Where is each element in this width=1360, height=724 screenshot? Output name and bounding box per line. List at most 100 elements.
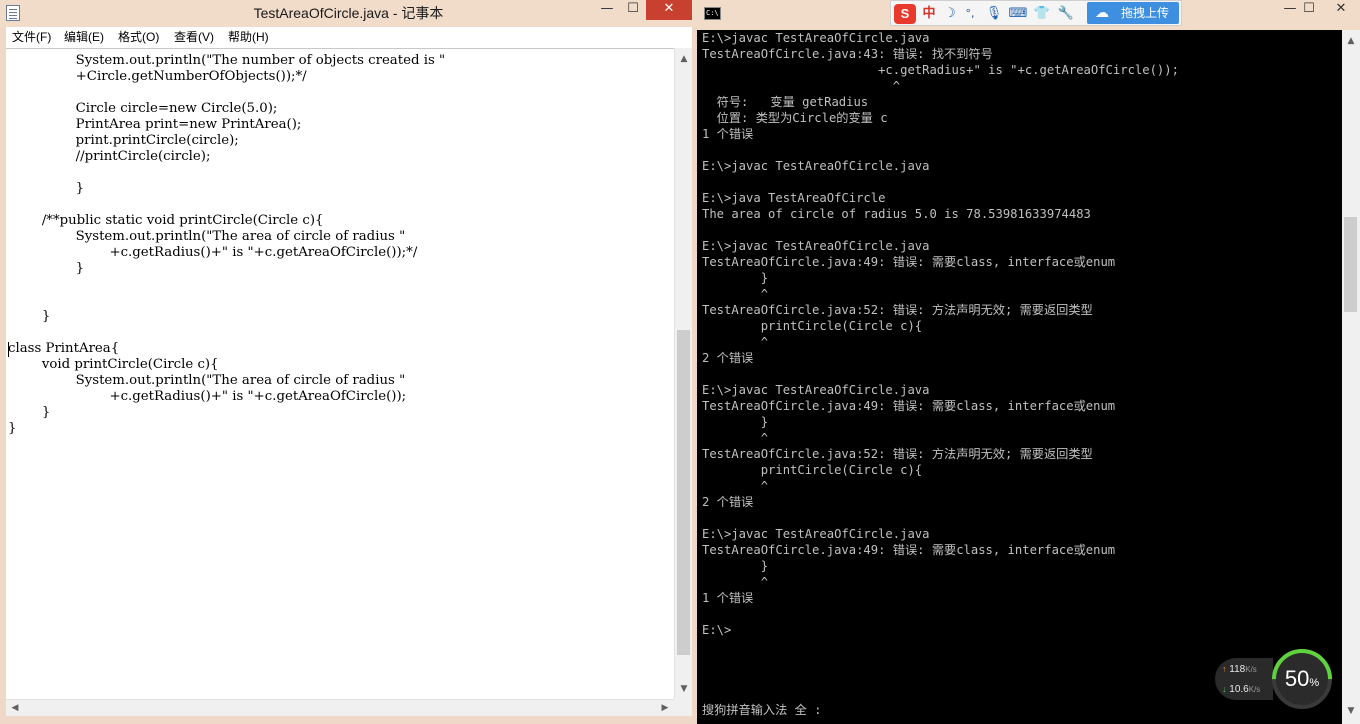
scroll-up-arrow-icon[interactable]: ▲: [675, 54, 693, 64]
console-line: E:\>javac TestAreaOfCircle.java: [702, 159, 930, 173]
console-line: 1 个错误: [702, 591, 754, 605]
console-maximize-button[interactable]: ☐: [1295, 0, 1323, 20]
notepad-title-bar[interactable]: TestAreaOfCircle.java - 记事本 — ☐ ✕: [0, 0, 697, 27]
scroll-up-arrow-icon[interactable]: ▲: [1342, 36, 1360, 46]
cpu-usage-value: 50%: [1284, 666, 1320, 691]
scrollbar-corner: [674, 699, 692, 716]
maximize-button[interactable]: ☐: [620, 0, 646, 20]
scroll-down-arrow-icon[interactable]: ▼: [1342, 706, 1360, 716]
console-line: E:\>javac TestAreaOfCircle.java: [702, 239, 930, 253]
console-close-button[interactable]: ✕: [1327, 0, 1355, 20]
scroll-left-arrow-icon[interactable]: ◀: [6, 703, 24, 713]
console-app-icon[interactable]: C:\: [704, 7, 721, 20]
code-line: class PrintArea{: [8, 341, 120, 356]
code-line: }: [8, 181, 85, 196]
ime-status-line: 搜狗拼音输入法 全 :: [702, 703, 822, 717]
console-line: TestAreaOfCircle.java:43: 错误: 找不到符号: [702, 47, 993, 61]
menu-edit[interactable]: 编辑(E): [64, 27, 104, 48]
drag-upload-label: 拖拽上传: [1120, 6, 1169, 20]
punctuation-toggle[interactable]: °,: [959, 4, 981, 24]
drag-upload-button[interactable]: ☁ 拖拽上传: [1087, 2, 1179, 24]
console-line: TestAreaOfCircle.java:52: 错误: 方法声明无效; 需要…: [702, 447, 1093, 461]
console-line: }: [702, 271, 769, 285]
tools-wrench-icon[interactable]: 🔧: [1055, 4, 1077, 24]
upload-arrow-icon: ↑: [1222, 664, 1227, 674]
console-line: ^: [702, 79, 901, 93]
notepad-window-title: TestAreaOfCircle.java - 记事本: [253, 5, 444, 21]
code-line: +Circle.getNumberOfObjects());*/: [8, 69, 307, 84]
code-line: +c.getRadius()+" is "+c.getAreaOfCircle(…: [8, 389, 407, 404]
code-line: print.printCircle(circle);: [8, 133, 239, 148]
console-line: E:\>javac TestAreaOfCircle.java: [702, 527, 930, 541]
menu-file[interactable]: 文件(F): [12, 27, 51, 48]
console-line: 1 个错误: [702, 127, 754, 141]
upload-speed: ↑ 118K/s: [1222, 664, 1257, 675]
console-title-bar[interactable]: C:\ S 中 ☽ °, 🎙 ⌨ 👕 🔧 ☁ 拖拽上传 — ☐ ✕: [697, 0, 1360, 30]
close-button[interactable]: ✕: [646, 0, 692, 20]
console-line: ^: [702, 335, 769, 349]
cloud-upload-icon: ☁: [1095, 5, 1109, 21]
code-line: +c.getRadius()+" is "+c.getAreaOfCircle(…: [8, 245, 418, 260]
console-line: ^: [702, 479, 769, 493]
command-prompt-window: C:\ S 中 ☽ °, 🎙 ⌨ 👕 🔧 ☁ 拖拽上传 — ☐ ✕ E:\>ja…: [697, 0, 1360, 724]
network-speed-widget[interactable]: ↑ 118K/s ↓ 10.6K/s: [1215, 658, 1273, 700]
console-line: printCircle(Circle c){: [702, 319, 923, 333]
console-line: E:\>javac TestAreaOfCircle.java: [702, 31, 930, 45]
console-scroll-thumb[interactable]: [1344, 217, 1357, 312]
notepad-vertical-scrollbar[interactable]: ▲ ▼: [674, 48, 692, 699]
text-caret: [8, 342, 9, 357]
console-line: E:\>javac TestAreaOfCircle.java: [702, 383, 930, 397]
console-output[interactable]: E:\>javac TestAreaOfCircle.java TestArea…: [702, 30, 1342, 724]
console-line: 2 个错误: [702, 495, 754, 509]
cpu-usage-gauge[interactable]: 50%: [1259, 636, 1345, 722]
download-arrow-icon: ↓: [1222, 684, 1227, 694]
console-prompt: E:\>: [702, 623, 732, 637]
console-line: E:\>java TestAreaOfCircle: [702, 191, 886, 205]
console-line: 2 个错误: [702, 351, 754, 365]
sogou-logo-icon[interactable]: S: [894, 4, 916, 24]
console-line: TestAreaOfCircle.java:49: 错误: 需要class, i…: [702, 399, 1116, 413]
half-width-moon-icon[interactable]: ☽: [941, 4, 959, 24]
console-line: TestAreaOfCircle.java:49: 错误: 需要class, i…: [702, 543, 1116, 557]
console-line: +c.getRadius+" is "+c.getAreaOfCircle())…: [702, 63, 1179, 77]
voice-icon[interactable]: 🎙: [983, 4, 1005, 24]
scroll-down-arrow-icon[interactable]: ▼: [675, 684, 693, 694]
menu-view[interactable]: 查看(V): [174, 27, 214, 48]
console-line: TestAreaOfCircle.java:49: 错误: 需要class, i…: [702, 255, 1116, 269]
code-line: System.out.println("The number of object…: [8, 53, 446, 68]
notepad-window: TestAreaOfCircle.java - 记事本 — ☐ ✕ 文件(F) …: [0, 0, 697, 724]
code-line: void printCircle(Circle c){: [8, 357, 219, 372]
code-line: System.out.println("The area of circle o…: [8, 373, 406, 388]
notepad-menu-bar: 文件(F) 编辑(E) 格式(O) 查看(V) 帮助(H): [6, 27, 692, 48]
console-vertical-scrollbar[interactable]: ▲ ▼: [1342, 30, 1360, 724]
notepad-text-area[interactable]: System.out.println("The number of object…: [6, 48, 674, 699]
notepad-horizontal-scrollbar[interactable]: ◀ ▶: [6, 699, 674, 716]
skin-shirt-icon[interactable]: 👕: [1031, 4, 1053, 24]
code-line: }: [8, 309, 51, 324]
code-line: Circle circle=new Circle(5.0);: [8, 101, 278, 116]
console-line: printCircle(Circle c){: [702, 463, 923, 477]
download-speed: ↓ 10.6K/s: [1222, 684, 1261, 695]
ime-mode-toggle[interactable]: 中: [919, 4, 939, 24]
notepad-scroll-thumb[interactable]: [677, 330, 690, 655]
code-line: }: [8, 261, 85, 276]
minimize-button[interactable]: —: [594, 0, 620, 20]
menu-help[interactable]: 帮助(H): [228, 27, 269, 48]
code-line: }: [8, 405, 51, 420]
menu-format[interactable]: 格式(O): [118, 27, 159, 48]
code-line: }: [8, 421, 17, 436]
scroll-right-arrow-icon[interactable]: ▶: [656, 703, 674, 713]
keyboard-icon[interactable]: ⌨: [1007, 4, 1029, 24]
console-line: ^: [702, 287, 769, 301]
ime-toolbar: S 中 ☽ °, 🎙 ⌨ 👕 🔧 ☁ 拖拽上传: [890, 0, 1182, 26]
code-line: //printCircle(circle);: [8, 149, 211, 164]
code-line: /**public static void printCircle(Circle…: [8, 213, 324, 228]
console-line: ^: [702, 431, 769, 445]
console-line: 符号: 变量 getRadius: [702, 95, 869, 109]
code-line: PrintArea print=new PrintArea();: [8, 117, 302, 132]
code-line: System.out.println("The area of circle o…: [8, 229, 406, 244]
console-line: }: [702, 559, 769, 573]
console-line: TestAreaOfCircle.java:52: 错误: 方法声明无效; 需要…: [702, 303, 1093, 317]
console-line: }: [702, 415, 769, 429]
console-line: ^: [702, 575, 769, 589]
